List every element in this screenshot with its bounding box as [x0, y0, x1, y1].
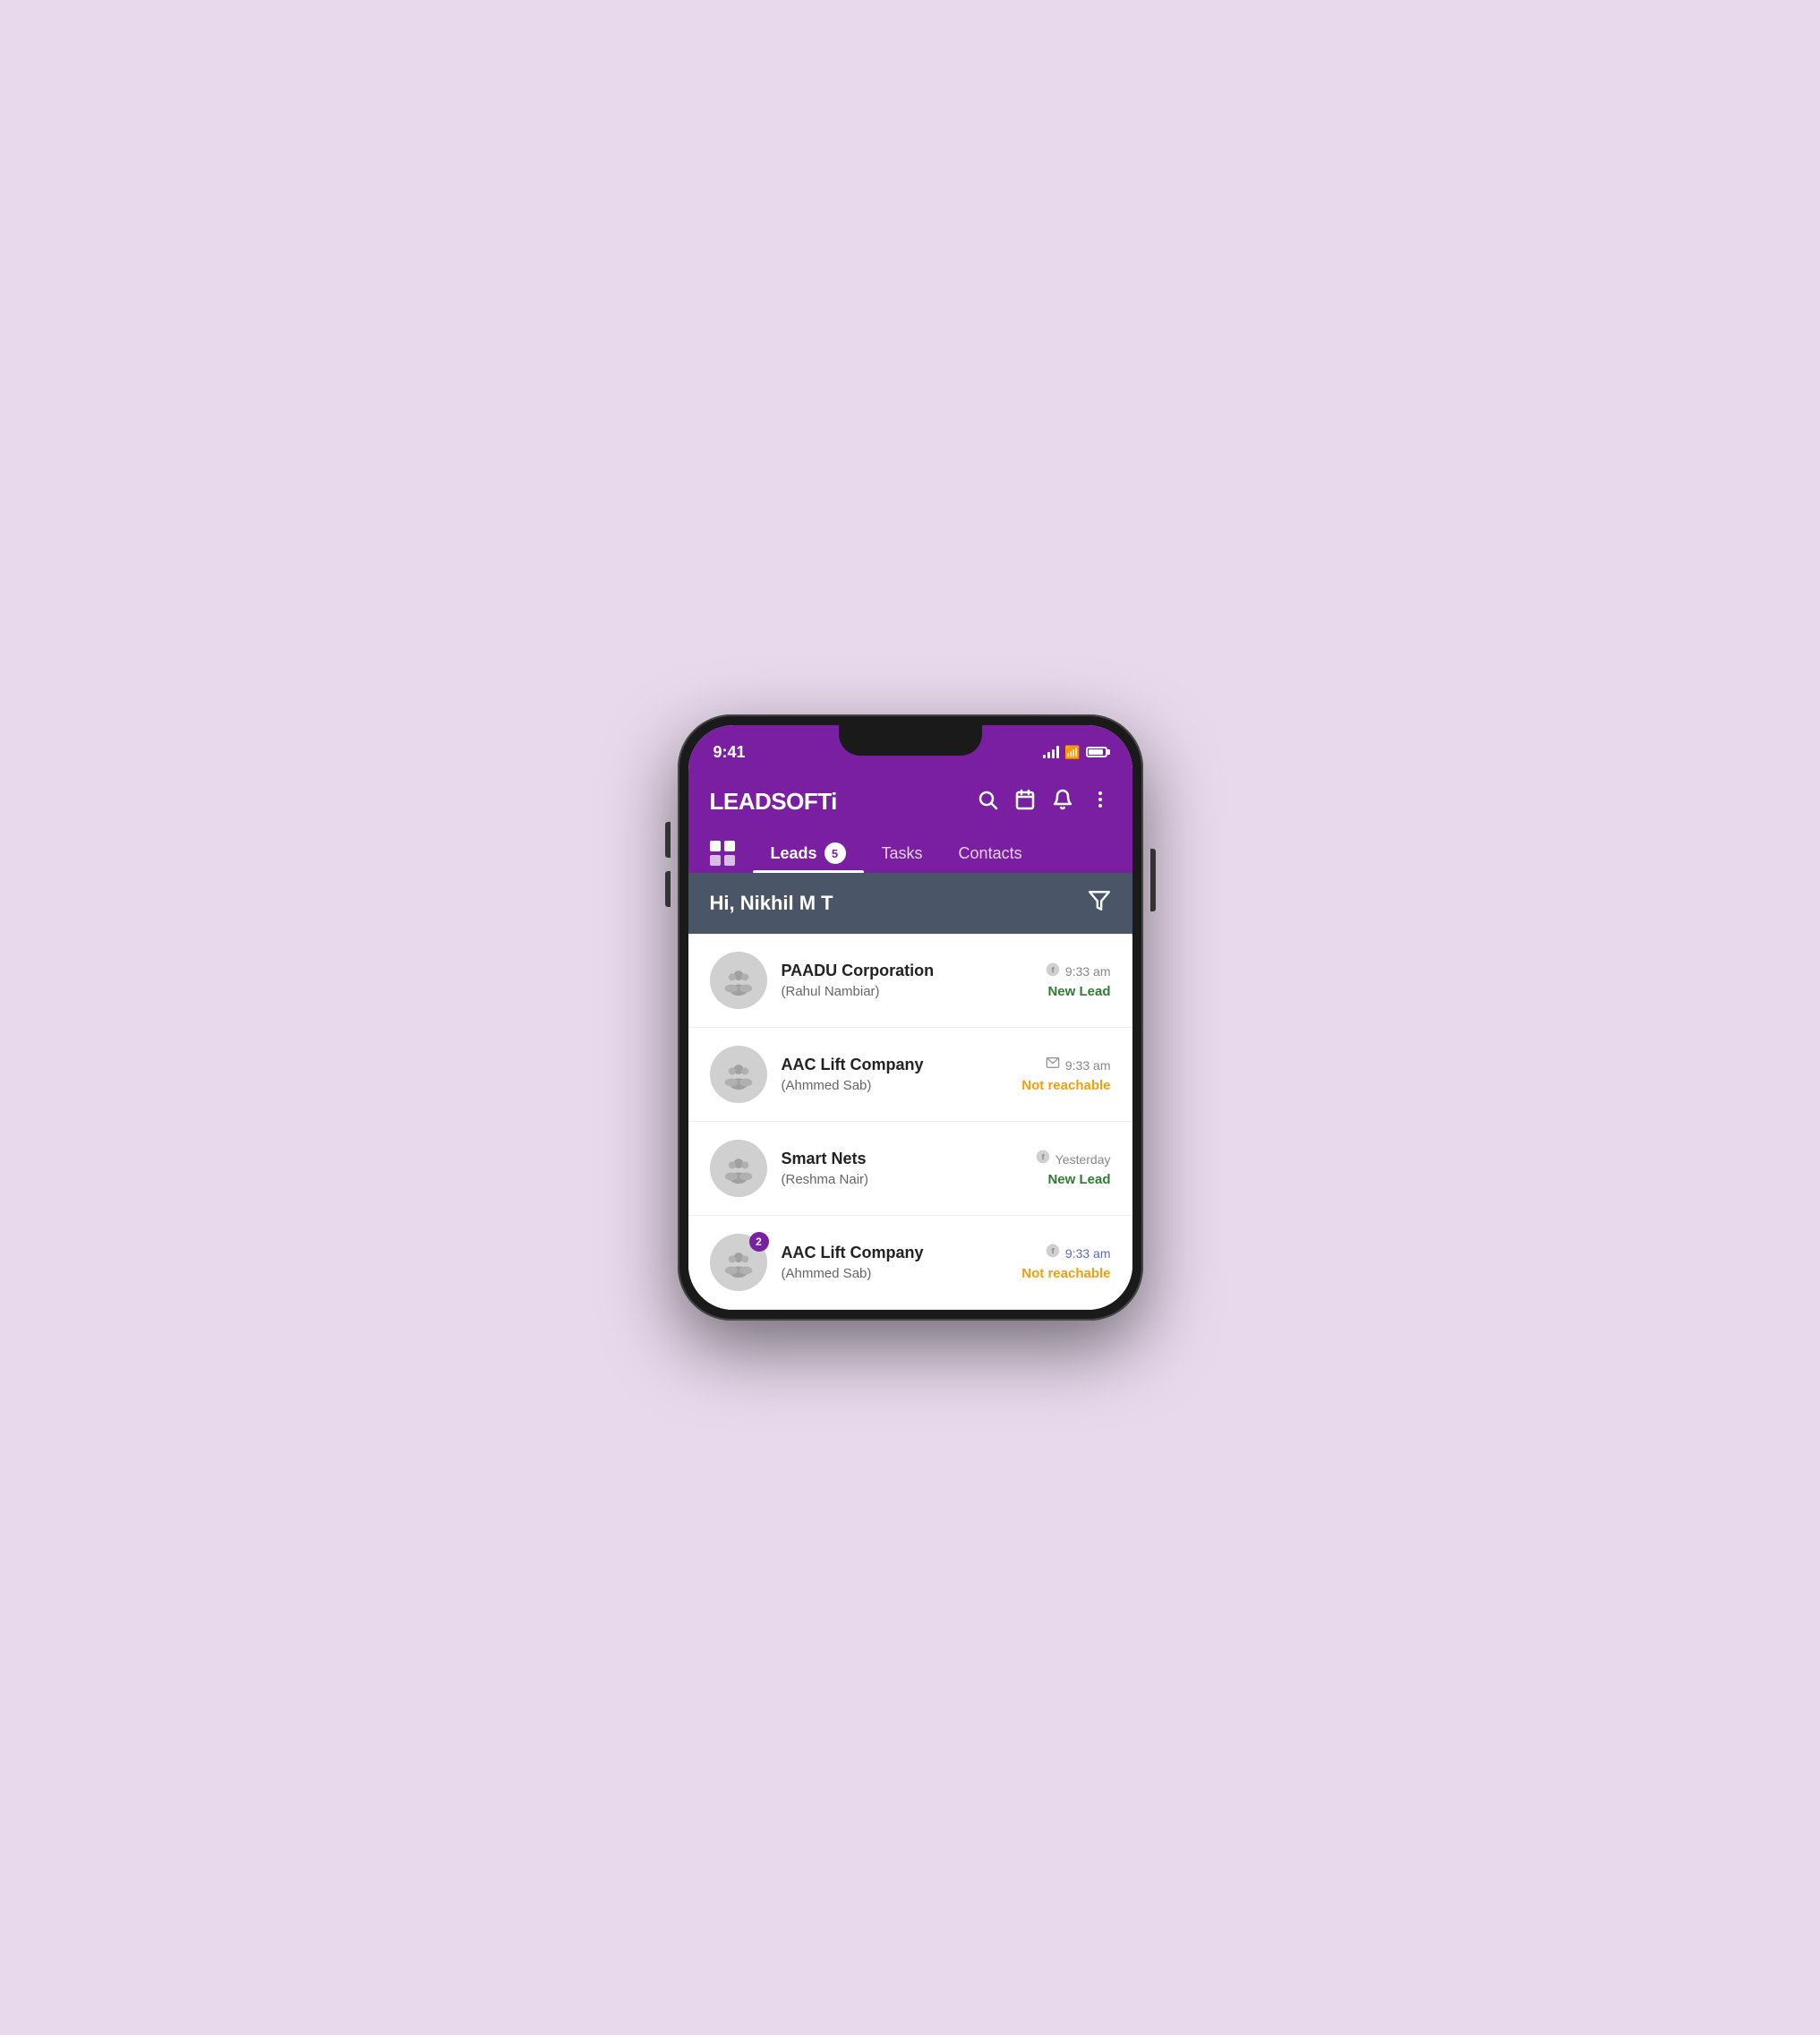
lead-company: PAADU Corporation	[782, 962, 1031, 980]
phone-frame: 9:41 📶 LEADSOFTi	[678, 714, 1143, 1321]
tab-tasks[interactable]: Tasks	[864, 835, 941, 872]
status-badge: Not reachable	[1021, 1078, 1110, 1093]
lead-info: AAC Lift Company (Ahmmed Sab)	[782, 1056, 1008, 1093]
tab-leads[interactable]: Leads 5	[753, 834, 864, 873]
status-badge: New Lead	[1047, 984, 1110, 999]
meta-time-row: f 9:33 am	[1046, 1244, 1111, 1262]
power-button[interactable]	[1150, 849, 1156, 911]
lead-time: 9:33 am	[1065, 1058, 1111, 1073]
meta-time-row: f Yesterday	[1036, 1150, 1111, 1168]
lead-company: AAC Lift Company	[782, 1056, 1008, 1074]
lead-meta: 9:33 am Not reachable	[1021, 1056, 1110, 1093]
avatar	[710, 1140, 767, 1197]
tabs: Leads 5 Tasks Contacts	[710, 834, 1111, 873]
lead-time: Yesterday	[1055, 1152, 1111, 1167]
status-badge: Not reachable	[1021, 1266, 1110, 1281]
lead-list: PAADU Corporation (Rahul Nambiar) f 9:33…	[688, 934, 1132, 1310]
battery-icon	[1086, 747, 1107, 757]
status-icons: 📶	[1043, 745, 1107, 760]
lead-company: AAC Lift Company	[782, 1244, 1008, 1262]
grid-view-icon[interactable]	[710, 841, 735, 866]
lead-meta: f 9:33 am New Lead	[1046, 962, 1111, 999]
meta-time-row: 9:33 am	[1046, 1056, 1111, 1074]
facebook-icon: f	[1046, 1244, 1060, 1262]
volume-down-button[interactable]	[665, 871, 671, 907]
greeting-text: Hi, Nikhil M T	[710, 892, 833, 915]
status-time: 9:41	[713, 743, 746, 762]
lead-meta: f 9:33 am Not reachable	[1021, 1244, 1110, 1281]
meta-time-row: f 9:33 am	[1046, 962, 1111, 980]
facebook-icon: f	[1046, 962, 1060, 980]
lead-time: 9:33 am	[1065, 1246, 1111, 1261]
lead-contact: (Rahul Nambiar)	[782, 984, 1031, 999]
app-logo: LEADSOFTi	[710, 788, 837, 816]
signal-icon	[1043, 746, 1059, 758]
search-icon[interactable]	[977, 789, 998, 816]
list-item[interactable]: Smart Nets (Reshma Nair) f Yesterday New…	[688, 1122, 1132, 1216]
lead-meta: f Yesterday New Lead	[1036, 1150, 1111, 1187]
lead-info: PAADU Corporation (Rahul Nambiar)	[782, 962, 1031, 999]
wifi-icon: 📶	[1064, 745, 1080, 760]
greeting-bar: Hi, Nikhil M T	[688, 873, 1132, 934]
more-icon[interactable]	[1089, 789, 1111, 816]
notch	[839, 725, 982, 756]
avatar: 2	[710, 1234, 767, 1291]
list-item[interactable]: AAC Lift Company (Ahmmed Sab) 9:33 am	[688, 1028, 1132, 1122]
facebook-icon: f	[1036, 1150, 1050, 1168]
header-top: LEADSOFTi	[710, 788, 1111, 816]
phone-screen: 9:41 📶 LEADSOFTi	[688, 725, 1132, 1310]
calendar-icon[interactable]	[1014, 789, 1036, 816]
tab-contacts[interactable]: Contacts	[941, 835, 1040, 872]
avatar	[710, 952, 767, 1009]
lead-contact: (Reshma Nair)	[782, 1172, 1021, 1187]
lead-time: 9:33 am	[1065, 964, 1111, 979]
lead-info: AAC Lift Company (Ahmmed Sab)	[782, 1244, 1008, 1281]
header-actions	[977, 789, 1111, 816]
lead-contact: (Ahmmed Sab)	[782, 1078, 1008, 1093]
list-item[interactable]: 2 AAC Lift Company (Ahmmed Sab)	[688, 1216, 1132, 1310]
lead-contact: (Ahmmed Sab)	[782, 1266, 1008, 1281]
filter-icon[interactable]	[1088, 889, 1111, 918]
list-item[interactable]: PAADU Corporation (Rahul Nambiar) f 9:33…	[688, 934, 1132, 1028]
avatar-badge: 2	[749, 1232, 769, 1252]
app-header: LEADSOFTi	[688, 774, 1132, 873]
volume-up-button[interactable]	[665, 822, 671, 858]
avatar	[710, 1046, 767, 1103]
lead-info: Smart Nets (Reshma Nair)	[782, 1150, 1021, 1187]
status-badge: New Lead	[1047, 1172, 1110, 1187]
lead-company: Smart Nets	[782, 1150, 1021, 1168]
email-icon	[1046, 1056, 1060, 1074]
bell-icon[interactable]	[1052, 789, 1073, 816]
